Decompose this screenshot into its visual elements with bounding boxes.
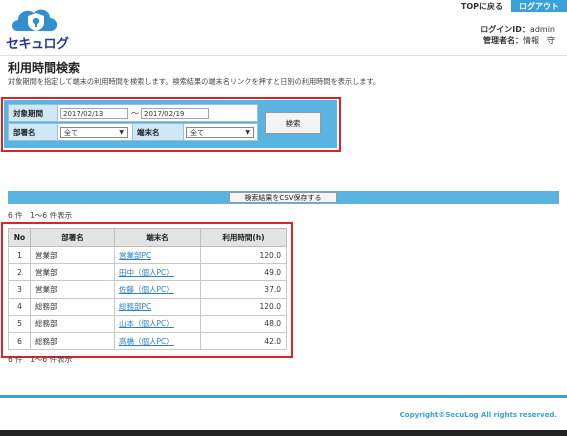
dept-label: 部署名 bbox=[8, 123, 58, 141]
admin-name-value: 情報 守 bbox=[523, 36, 555, 45]
row-hours: 49.0 bbox=[200, 263, 287, 282]
result-count: 6 件 1～6 件表示 bbox=[8, 211, 73, 220]
search-button[interactable]: 検索 bbox=[265, 112, 321, 134]
top-link[interactable]: TOPに戻る bbox=[461, 1, 503, 12]
results-table: No 部署名 端末名 利用時間(h) 1 営業部 営業部PC 120.0 2 営… bbox=[8, 228, 287, 351]
table-row: 6 総務部 高橋（個人PC） 42.0 bbox=[8, 331, 287, 351]
row-dept: 総務部 bbox=[30, 314, 115, 333]
tilde-separator: ～ bbox=[131, 109, 139, 118]
header-terminal: 端末名 bbox=[114, 228, 201, 247]
copyright: Copyright©SecuLog All rights reserved. bbox=[399, 411, 557, 419]
admin-name-line: 管理者名：情報 守 bbox=[480, 35, 555, 46]
login-info: ログインID：admin 管理者名：情報 守 bbox=[480, 24, 555, 46]
period-label: 対象期間 bbox=[8, 104, 58, 122]
terminal-link[interactable]: 山本（個人PC） bbox=[119, 319, 174, 328]
dept-select-value: 全て bbox=[64, 128, 78, 137]
row-no: 2 bbox=[8, 263, 31, 282]
row-no: 4 bbox=[8, 297, 31, 316]
logout-button[interactable]: ログアウト bbox=[511, 0, 567, 12]
row-dept: 総務部 bbox=[30, 297, 115, 316]
row-hours: 42.0 bbox=[200, 331, 287, 351]
row-dept: 営業部 bbox=[30, 245, 115, 265]
table-row: 5 総務部 山本（個人PC） 48.0 bbox=[8, 314, 287, 333]
terminal-select[interactable]: 全て ▼ bbox=[186, 127, 254, 138]
dropdown-arrow-icon: ▼ bbox=[119, 129, 124, 136]
bottom-bar bbox=[0, 430, 567, 436]
row-hours: 48.0 bbox=[200, 314, 287, 333]
table-row: 4 総務部 総務部PC 120.0 bbox=[8, 297, 287, 316]
admin-name-label: 管理者名： bbox=[483, 36, 523, 45]
csv-save-button[interactable]: 検索結果をCSV保存する bbox=[229, 192, 337, 203]
row-no: 1 bbox=[8, 245, 31, 265]
row-no: 3 bbox=[8, 280, 31, 299]
header-hours: 利用時間(h) bbox=[200, 228, 287, 247]
table-row: 3 営業部 佐藤（個人PC） 37.0 bbox=[8, 280, 287, 299]
date-to-input[interactable]: 2017/02/19 bbox=[141, 108, 209, 119]
table-row: 1 営業部 営業部PC 120.0 bbox=[8, 245, 287, 265]
row-hours: 37.0 bbox=[200, 280, 287, 299]
terminal-link[interactable]: 佐藤（個人PC） bbox=[119, 285, 174, 294]
login-id-line: ログインID：admin bbox=[480, 24, 555, 35]
row-no: 5 bbox=[8, 314, 31, 333]
dropdown-arrow-icon: ▼ bbox=[245, 129, 250, 136]
login-id-label: ログインID： bbox=[480, 25, 530, 34]
terminal-link[interactable]: 営業部PC bbox=[119, 251, 151, 260]
row-hours: 120.0 bbox=[200, 245, 287, 265]
header-no: No bbox=[8, 228, 31, 247]
page-title: 利用時間検索 bbox=[8, 61, 81, 75]
footer-divider bbox=[0, 395, 567, 398]
result-count-bottom: 6 件 1～6 件表示 bbox=[8, 355, 73, 364]
row-hours: 120.0 bbox=[200, 297, 287, 316]
secu-log-logo[interactable]: セキュログ bbox=[6, 5, 74, 52]
row-dept: 営業部 bbox=[30, 280, 115, 299]
top-nav: TOPに戻る ログアウト bbox=[461, 0, 567, 12]
logo-text: セキュログ bbox=[6, 37, 69, 52]
header-dept: 部署名 bbox=[30, 228, 115, 247]
terminal-link[interactable]: 田中（個人PC） bbox=[119, 268, 174, 277]
divider bbox=[0, 55, 567, 56]
login-id-value: admin bbox=[529, 25, 555, 34]
table-header-row: No 部署名 端末名 利用時間(h) bbox=[8, 228, 287, 247]
row-dept: 営業部 bbox=[30, 263, 115, 282]
terminal-select-value: 全て bbox=[190, 128, 204, 137]
terminal-link[interactable]: 総務部PC bbox=[119, 302, 151, 311]
row-dept: 総務部 bbox=[30, 331, 115, 351]
page-description: 対象期間を指定して端末の利用時間を検索します。検索結果の端末名リンクを押すと日別… bbox=[8, 77, 381, 86]
table-row: 2 営業部 田中（個人PC） 49.0 bbox=[8, 263, 287, 282]
row-no: 6 bbox=[8, 331, 31, 351]
dept-select[interactable]: 全て ▼ bbox=[60, 127, 128, 138]
terminal-label: 端末名 bbox=[132, 123, 184, 141]
terminal-link[interactable]: 高橋（個人PC） bbox=[119, 337, 174, 346]
date-from-input[interactable]: 2017/02/13 bbox=[60, 108, 128, 119]
